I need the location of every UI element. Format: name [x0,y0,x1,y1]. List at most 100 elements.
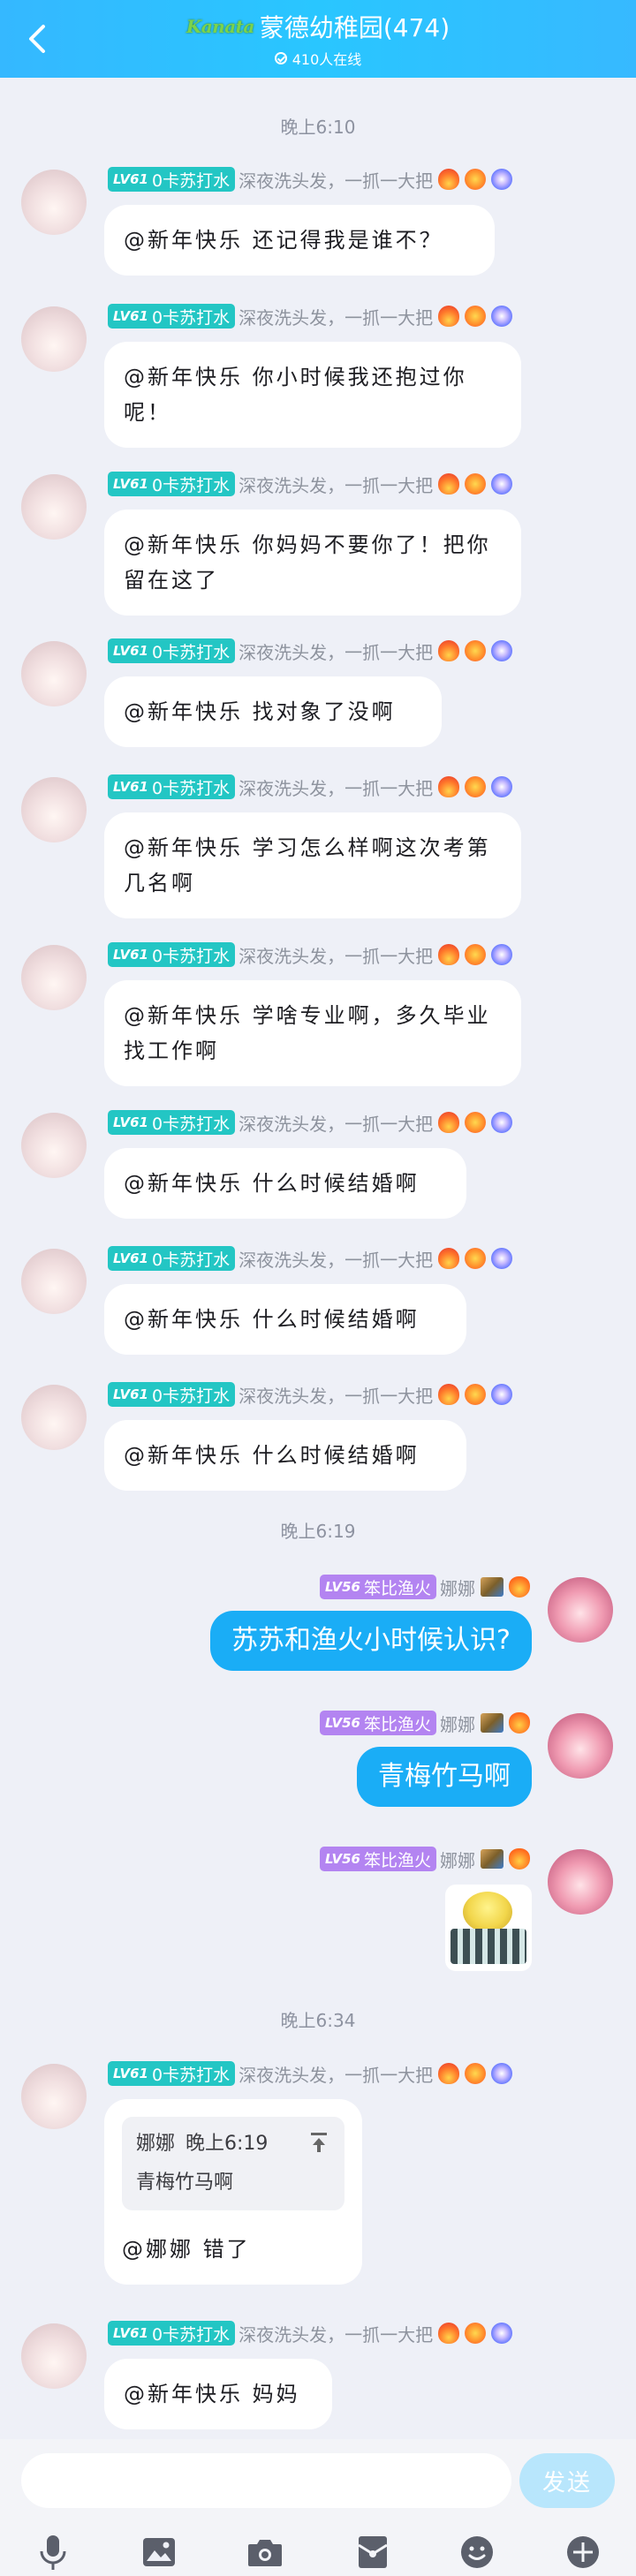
message-bubble[interactable]: @新年快乐 学啥专业啊，多久毕业找工作啊 [104,980,521,1086]
camera-icon [248,2540,282,2566]
swirl-icon [491,306,513,327]
avatar[interactable] [21,306,87,372]
level-badge: LV61 0卡苏打水 [108,2321,236,2346]
quote-author: 娜娜 [136,2133,176,2155]
level-badge: LV61 0卡苏打水 [108,774,236,799]
title-area[interactable]: Kanata 蒙德幼稚园(474) 410人在线 [0,9,636,69]
avatar[interactable] [21,1385,87,1450]
sticker-image[interactable] [445,1885,532,1971]
red-packet-button[interactable] [352,2531,394,2573]
sender-status: 深夜洗头发，一抓一大把 [238,945,434,967]
fire-icon [509,1848,530,1870]
sender-meta: LV56 笨比渔火 娜娜 [320,1846,530,1872]
smile-face-icon [465,1248,487,1269]
level-badge: LV61 0卡苏打水 [108,472,236,496]
sender-status: 深夜洗头发，一抓一大把 [238,306,434,329]
level-badge: LV61 0卡苏打水 [108,1246,236,1271]
send-button[interactable]: 发送 [519,2453,615,2508]
sender-meta: LV61 0卡苏打水 深夜洗头发，一抓一大把 [108,303,513,329]
avatar-self[interactable] [548,1713,613,1779]
message-bubble-self[interactable]: 苏苏和渔火小时候认识? [210,1611,532,1671]
jump-to-top-icon[interactable] [309,2133,329,2152]
avatar[interactable] [21,170,87,235]
sender-meta: LV61 0卡苏打水 深夜洗头发，一抓一大把 [108,774,513,800]
avatar-self[interactable] [548,1849,613,1915]
input-bar: 发送 [0,2439,636,2576]
sender-meta: LV61 0卡苏打水 深夜洗头发，一抓一大把 [108,1381,513,1408]
swirl-icon [491,640,513,661]
level-badge: LV61 0卡苏打水 [108,304,236,329]
group-logo: Kanata [186,16,255,37]
emoji-button[interactable] [456,2531,498,2573]
avatar[interactable] [21,1113,87,1178]
message-bubble[interactable]: @新年快乐 找对象了没啊 [104,676,442,747]
swirl-icon [491,473,513,495]
message-bubble[interactable]: @新年快乐 什么时候结婚啊 [104,1148,466,1219]
time-separator: 晚上6:34 [280,2010,356,2031]
level-badge: LV56 笨比渔火 [320,1575,436,1599]
fire-icon [438,306,460,327]
sender-status: 深夜洗头发，一抓一大把 [238,170,434,192]
avatar[interactable] [21,641,87,706]
microphone-icon [40,2535,66,2570]
plus-circle-icon [567,2536,599,2568]
fire-icon [509,1576,530,1598]
fire-icon [438,776,460,797]
sender-name: 娜娜 [440,1577,475,1599]
level-badge: LV61 0卡苏打水 [108,1382,236,1407]
quoted-message[interactable]: 娜娜 晚上6:19 青梅竹马啊 [122,2117,344,2210]
sender-meta: LV61 0卡苏打水 深夜洗头发，一抓一大把 [108,941,513,968]
avatar[interactable] [21,1249,87,1314]
sender-name: 娜娜 [440,1849,475,1871]
level-badge: LV61 0卡苏打水 [108,942,236,967]
message-bubble[interactable]: @新年快乐 什么时候结婚啊 [104,1420,466,1491]
quote-text: 青梅竹马啊 [136,2172,234,2194]
level-badge: LV61 0卡苏打水 [108,167,236,192]
smile-face-icon [465,1384,487,1405]
sender-meta: LV61 0卡苏打水 深夜洗头发，一抓一大把 [108,1109,513,1136]
online-count: 410人在线 [292,51,362,68]
swirl-icon [491,776,513,797]
group-title: 蒙德幼稚园(474) [259,13,450,42]
message-bubble[interactable]: @新年快乐 学习怎么样啊这次考第几名啊 [104,812,521,918]
message-text: @娜娜 错了 [122,2237,251,2262]
sender-status: 深夜洗头发，一抓一大把 [238,641,434,663]
message-input[interactable] [21,2453,511,2508]
smile-face-icon [465,169,487,190]
avatar[interactable] [21,474,87,540]
online-check-icon [274,52,287,64]
smile-face-icon [465,306,487,327]
sender-meta: LV61 0卡苏打水 深夜洗头发，一抓一大把 [108,638,513,664]
message-bubble-self[interactable]: 青梅竹马啊 [357,1747,532,1807]
camera-button[interactable] [244,2531,286,2573]
message-bubble[interactable]: @新年快乐 还记得我是谁不？ [104,205,495,276]
swirl-icon [491,2063,513,2084]
avatar[interactable] [21,2323,87,2389]
message-bubble[interactable]: @新年快乐 什么时候结婚啊 [104,1284,466,1355]
image-button[interactable] [138,2531,180,2573]
gift-box-icon [481,1849,504,1869]
time-separator: 晚上6:19 [280,1521,356,1542]
fire-icon [438,473,460,495]
envelope-icon [358,2536,388,2568]
avatar-self[interactable] [548,1577,613,1643]
smiley-icon [461,2536,493,2568]
message-bubble[interactable]: @新年快乐 你妈妈不要你了！把你留在这了 [104,510,521,616]
sender-meta: LV61 0卡苏打水 深夜洗头发，一抓一大把 [108,1245,513,1272]
avatar[interactable] [21,777,87,842]
more-button[interactable] [562,2531,604,2573]
message-bubble[interactable]: @新年快乐 你小时候我还抱过你呢！ [104,342,521,448]
time-separator: 晚上6:10 [280,117,356,138]
voice-button[interactable] [32,2531,74,2573]
avatar[interactable] [21,945,87,1010]
message-bubble[interactable]: @新年快乐 妈妈 [104,2359,332,2429]
avatar[interactable] [21,2064,87,2129]
sender-meta: LV56 笨比渔火 娜娜 [320,1574,530,1600]
gift-box-icon [481,1713,504,1733]
sender-status: 深夜洗头发，一抓一大把 [238,777,434,799]
level-badge: LV61 0卡苏打水 [108,638,236,663]
message-bubble[interactable]: 娜娜 晚上6:19 青梅竹马啊 @娜娜 错了 [104,2099,362,2285]
smile-face-icon [465,1112,487,1133]
sender-meta: LV61 0卡苏打水 深夜洗头发，一抓一大把 [108,2060,513,2087]
sender-status: 深夜洗头发，一抓一大把 [238,2323,434,2346]
